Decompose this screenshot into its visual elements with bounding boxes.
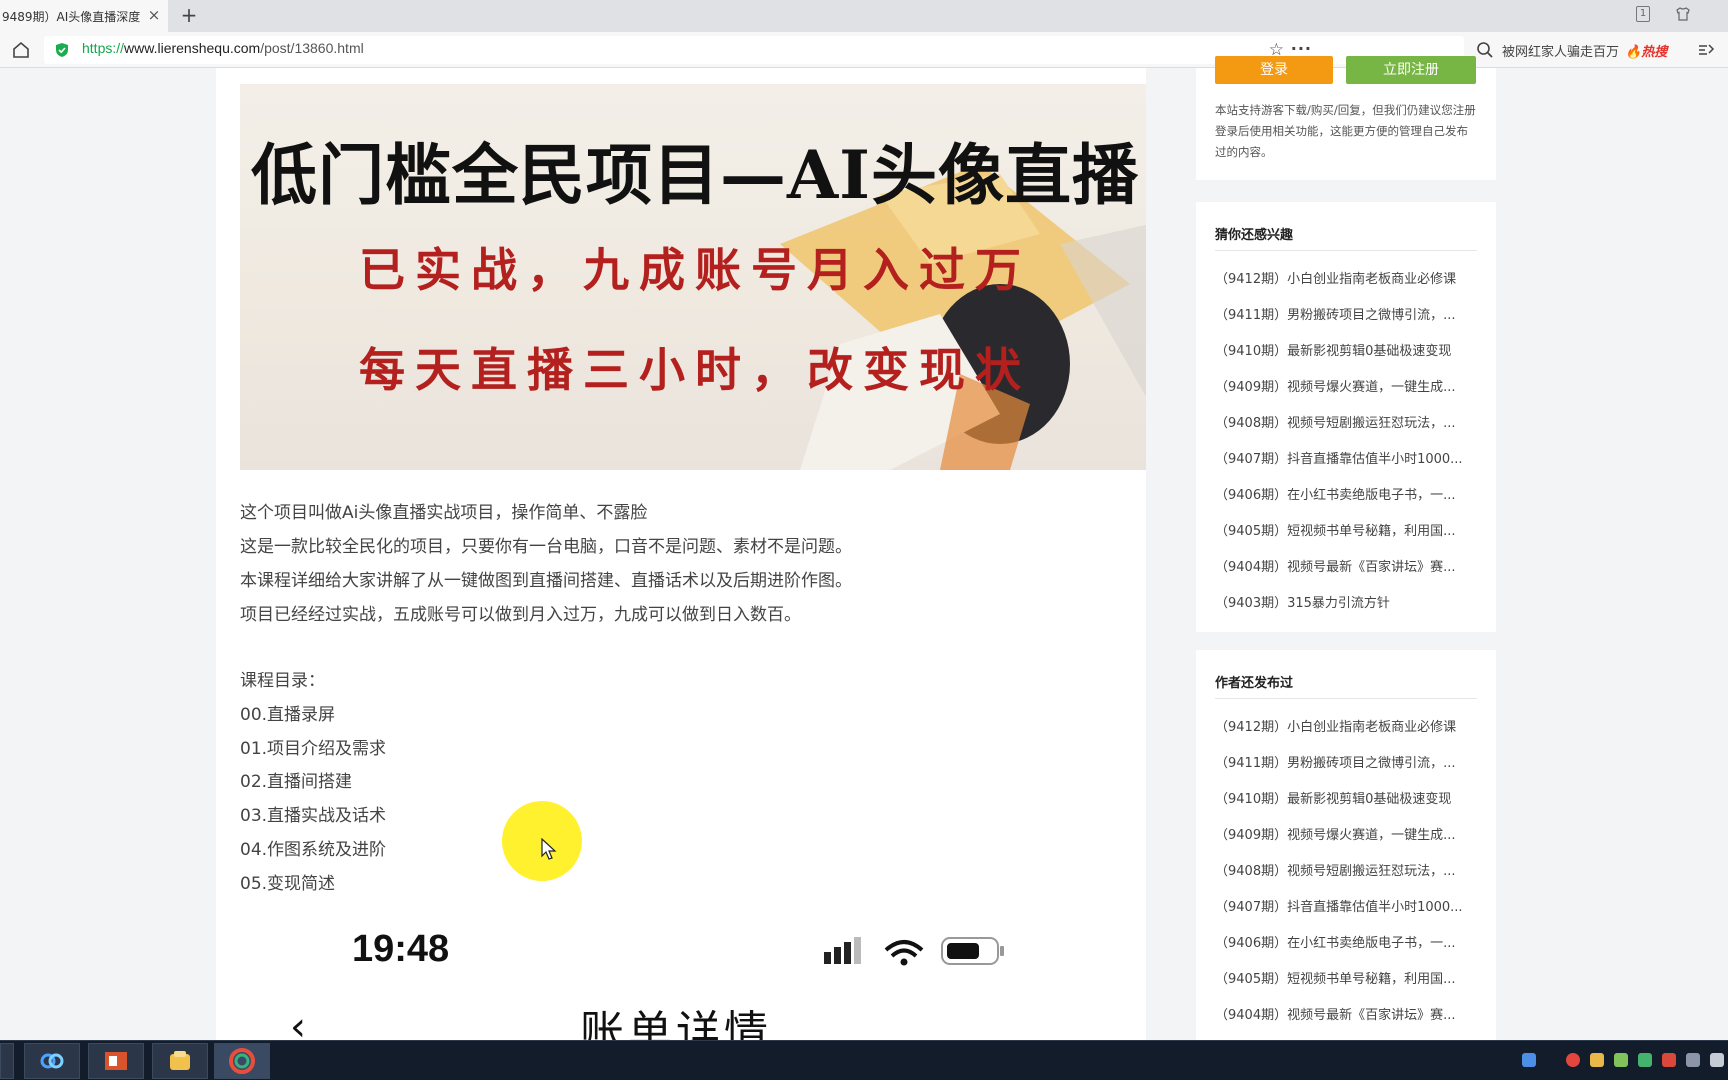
tab-title: 9489期）AI头像直播深度 — [2, 9, 141, 24]
new-tab-button[interactable]: + — [178, 4, 200, 26]
secure-shield-icon — [54, 42, 70, 58]
browser-tab-active[interactable]: 9489期）AI头像直播深度 × — [0, 0, 168, 32]
tray-volume-icon[interactable] — [1710, 1053, 1724, 1067]
author-post-link[interactable]: （9411期）男粉搬砖项目之微博引流，... — [1215, 752, 1479, 771]
author-post-link[interactable]: （9410期）最新影视剪辑0基础极速变现 — [1215, 788, 1479, 807]
author-post-link[interactable]: （9404期）视频号最新《百家讲坛》赛... — [1215, 1004, 1479, 1023]
phone-status-icons — [824, 937, 1004, 966]
related-post-link[interactable]: （9406期）在小红书卖绝版电子书，一... — [1215, 484, 1479, 503]
banner-tagline-1: 已实战，九成账号月入过万 — [359, 243, 1031, 297]
extension-icon[interactable] — [1696, 40, 1716, 60]
toc-item: 05.变现简述 — [240, 874, 336, 894]
phone-time: 19:48 — [352, 928, 450, 970]
tray-network-icon[interactable] — [1686, 1053, 1700, 1067]
related-post-link[interactable]: （9403期）315暴力引流方针 — [1215, 592, 1479, 611]
divider — [1215, 698, 1477, 699]
banner-tagline-2: 每天直播三小时，改变现状 — [359, 343, 1031, 397]
related-post-link[interactable]: （9410期）最新影视剪辑0基础极速变现 — [1215, 340, 1479, 359]
login-button[interactable]: 登录 — [1215, 56, 1333, 84]
hot-search-box[interactable]: 被网红家人骗走百万 🔥热搜 — [1476, 36, 1688, 64]
article-paragraph: 这个项目叫做Ai头像直播实战项目，操作简单、不露脸 — [240, 503, 648, 523]
sidebar-login-box: 登录 立即注册 本站支持游客下载/购买/回复，但我们仍建议您注册登录后使用相关功… — [1196, 56, 1496, 180]
phone-screenshot: 19:48 ‹ 账单详情 — [240, 922, 1146, 1040]
mouse-pointer-icon — [541, 838, 557, 860]
guess-title: 猜你还感兴趣 — [1215, 228, 1294, 243]
article-paragraph: 这是一款比较全民化的项目，只要你有一台电脑，口音不是问题、素材不是问题。 — [240, 537, 852, 557]
article-banner-image: 低门槛全民项目—AI头像直播 已实战，九成账号月入过万 每天直播三小时，改变现状 — [240, 84, 1146, 470]
related-post-link[interactable]: （9404期）视频号最新《百家讲坛》赛... — [1215, 556, 1479, 575]
author-post-link[interactable]: （9405期）短视频书单号秘籍，利用国... — [1215, 968, 1479, 987]
author-title: 作者还发布过 — [1215, 676, 1294, 691]
guest-notice: 本站支持游客下载/购买/回复，但我们仍建议您注册登录后使用相关功能，这能更方便的… — [1215, 103, 1476, 159]
toc-item: 02.直播间搭建 — [240, 772, 353, 792]
sidebar-guess-box: 猜你还感兴趣 （9412期）小白创业指南老板商业必修课 （9411期）男粉搬砖项… — [1196, 202, 1496, 632]
windows-taskbar — [0, 1040, 1728, 1080]
tray-antivirus-icon[interactable] — [1662, 1053, 1676, 1067]
related-post-link[interactable]: （9407期）抖音直播靠估值半小时1000... — [1215, 448, 1479, 467]
phone-heading: 账单详情 — [580, 1007, 772, 1040]
related-post-link[interactable]: （9405期）短视频书单号秘籍，利用国... — [1215, 520, 1479, 539]
toc-item: 01.项目介绍及需求 — [240, 739, 387, 759]
shirt-skin-icon[interactable] — [1674, 6, 1692, 24]
taskbar-app-icon[interactable] — [152, 1043, 208, 1079]
related-post-link[interactable]: （9411期）男粉搬砖项目之微博引流，... — [1215, 304, 1479, 323]
taskbar-baidu-netdisk-icon[interactable] — [24, 1043, 80, 1079]
browser-tabbar: 9489期）AI头像直播深度 × + 1 — [0, 0, 1728, 32]
tray-task-icon[interactable] — [1522, 1053, 1536, 1067]
phone-back-icon: ‹ — [290, 1004, 306, 1040]
taskbar-explorer-icon[interactable] — [0, 1043, 14, 1079]
author-post-link[interactable]: （9407期）抖音直播靠估值半小时1000... — [1215, 896, 1479, 915]
tab-close-icon[interactable]: × — [146, 7, 162, 23]
taskbar-ppt-icon[interactable] — [88, 1043, 144, 1079]
tray-nvidia-icon[interactable] — [1638, 1053, 1652, 1067]
hot-search-text: 被网红家人骗走百万 — [1502, 44, 1620, 60]
tray-folder-icon[interactable] — [1590, 1053, 1604, 1067]
window-count-badge[interactable]: 1 — [1636, 6, 1650, 22]
banner-title: 低门槛全民项目—AI头像直播 — [250, 136, 1140, 214]
toc-title: 课程目录： — [240, 671, 325, 691]
toc-item: 04.作图系统及进阶 — [240, 840, 387, 860]
hot-search-tag: 🔥热搜 — [1625, 44, 1668, 60]
toc-item: 00.直播录屏 — [240, 705, 336, 725]
home-icon[interactable] — [10, 39, 32, 61]
article-paragraph: 项目已经经过实战，五成账号可以做到月入过万，九成可以做到日入数百。 — [240, 605, 801, 625]
article-content: 低门槛全民项目—AI头像直播 已实战，九成账号月入过万 每天直播三小时，改变现状… — [216, 68, 1146, 1040]
search-icon — [1476, 41, 1494, 59]
author-post-link[interactable]: （9408期）视频号短剧搬运狂怼玩法，... — [1215, 860, 1479, 879]
divider — [1215, 250, 1477, 251]
author-post-link[interactable]: （9406期）在小红书卖绝版电子书，一... — [1215, 932, 1479, 951]
related-post-link[interactable]: （9409期）视频号爆火赛道，一键生成... — [1215, 376, 1479, 395]
taskbar-browser-icon[interactable] — [214, 1043, 270, 1079]
related-post-link[interactable]: （9408期）视频号短剧搬运狂怼玩法，... — [1215, 412, 1479, 431]
sidebar-author-box: 作者还发布过 （9412期）小白创业指南老板商业必修课 （9411期）男粉搬砖项… — [1196, 650, 1496, 1040]
toc-item: 03.直播实战及话术 — [240, 806, 387, 826]
url-text: https://www.lierenshequ.com/post/13860.h… — [82, 40, 364, 56]
tray-record-icon[interactable] — [1566, 1053, 1580, 1067]
register-button[interactable]: 立即注册 — [1346, 56, 1476, 84]
article-paragraph: 本课程详细给大家讲解了从一键做图到直播间搭建、直播话术以及后期进阶作图。 — [240, 571, 852, 591]
related-post-link[interactable]: （9412期）小白创业指南老板商业必修课 — [1215, 268, 1479, 287]
author-post-link[interactable]: （9412期）小白创业指南老板商业必修课 — [1215, 716, 1479, 735]
tray-app-icon[interactable] — [1614, 1053, 1628, 1067]
author-post-link[interactable]: （9409期）视频号爆火赛道，一键生成... — [1215, 824, 1479, 843]
